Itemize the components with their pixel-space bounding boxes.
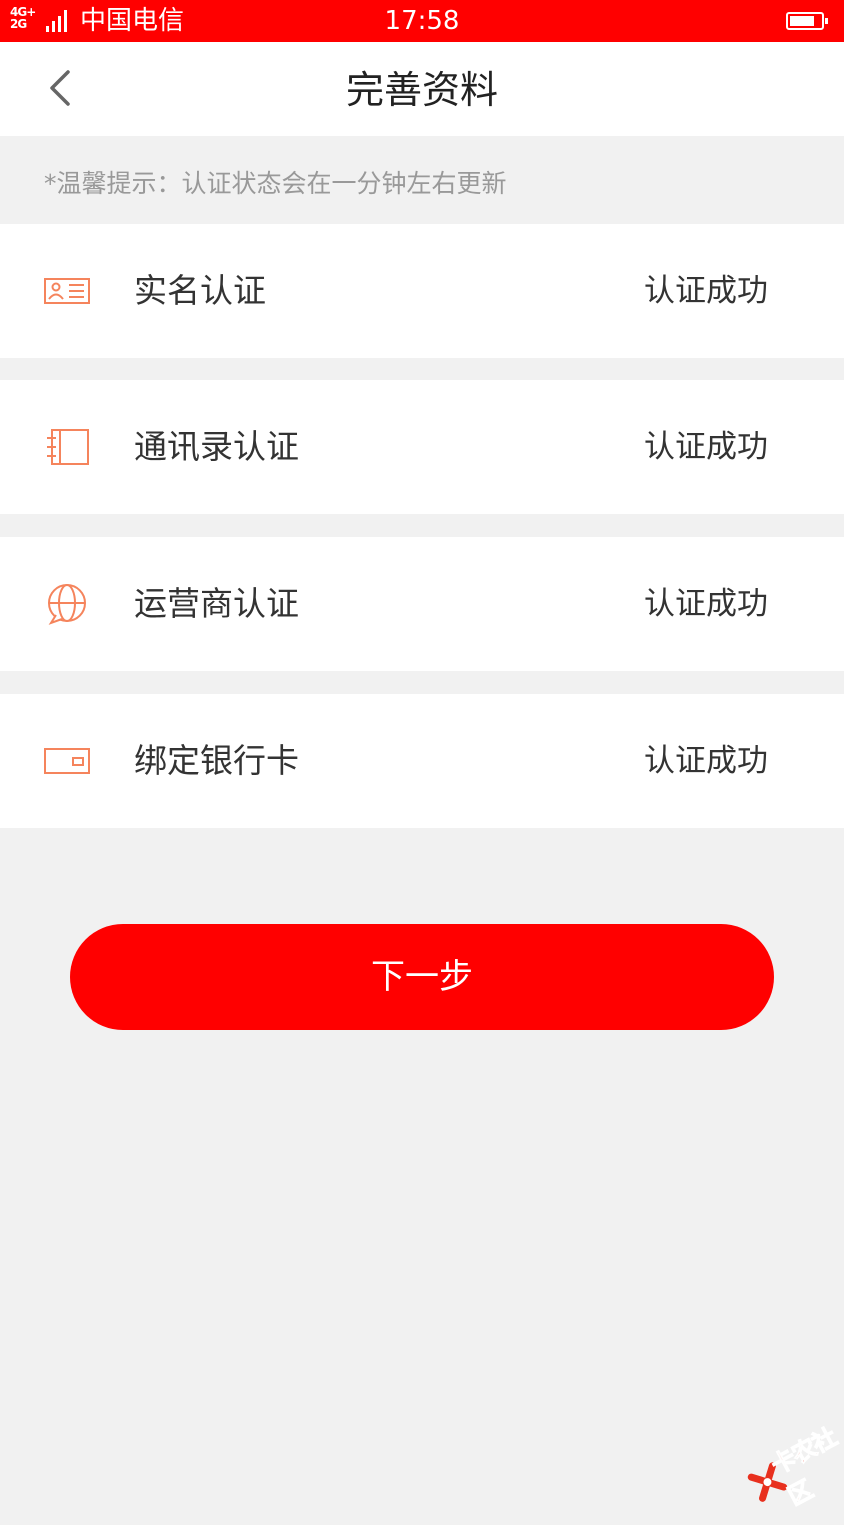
cert-row-real-name[interactable]: 实名认证 认证成功 xyxy=(0,224,844,358)
cert-label: 运营商认证 xyxy=(134,584,299,623)
cert-label: 通讯录认证 xyxy=(134,427,299,466)
cert-label: 绑定银行卡 xyxy=(134,741,299,780)
bank-card-icon xyxy=(44,748,90,774)
cert-row-bank-card[interactable]: 绑定银行卡 认证成功 xyxy=(0,694,844,828)
cert-row-carrier[interactable]: 运营商认证 认证成功 xyxy=(0,537,844,671)
watermark: 卡农社区 xyxy=(723,1381,844,1512)
cert-status: 认证成功 xyxy=(644,273,768,309)
page-title: 完善资料 xyxy=(345,68,498,112)
tip-text: *温馨提示：认证状态会在一分钟左右更新 xyxy=(44,169,507,198)
battery-icon xyxy=(786,12,828,30)
cert-row-contacts[interactable]: 通讯录认证 认证成功 xyxy=(0,380,844,514)
contacts-book-icon xyxy=(47,429,89,465)
clock: 17:58 xyxy=(384,6,460,36)
globe-phone-icon xyxy=(48,584,86,625)
cert-status: 认证成功 xyxy=(644,586,768,622)
cert-label: 实名认证 xyxy=(134,271,266,310)
cert-status: 认证成功 xyxy=(644,429,768,465)
watermark-text: 卡农社区 xyxy=(766,1422,841,1511)
status-bar: 4G+ 2G 中国电信 17:58 xyxy=(0,0,844,42)
next-step-button[interactable]: 下一步 xyxy=(70,924,774,1030)
id-card-icon xyxy=(44,278,90,304)
nav-bar: 完善资料 xyxy=(0,42,844,136)
cert-status: 认证成功 xyxy=(644,743,768,779)
